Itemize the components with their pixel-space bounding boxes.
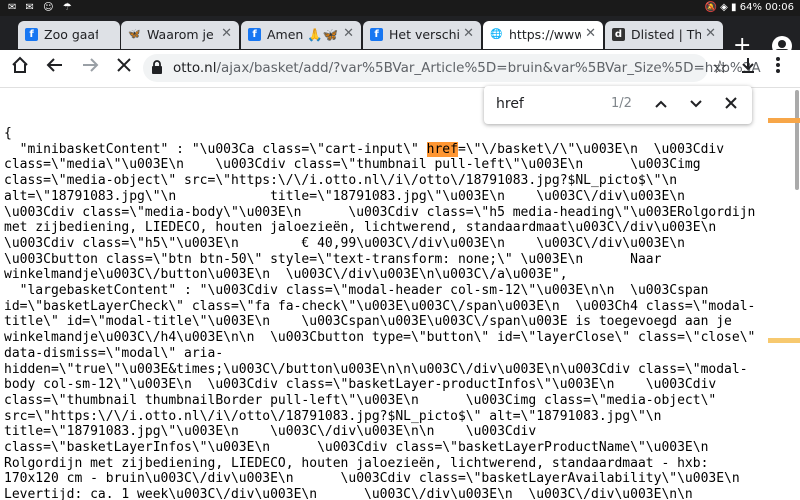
json-response-text: { "minibasketContent" : "\u003Ca class=\…	[4, 126, 755, 500]
facebook-icon: f	[248, 28, 261, 41]
download-button[interactable]	[736, 56, 760, 80]
code-line: winkelmandje\u003C\/h4\u003E\n\n \u003Cb…	[4, 330, 756, 346]
close-icon	[725, 97, 737, 109]
code-line: Levertijd: ca. 1 week\u003C\/div\u003E\n…	[4, 487, 693, 500]
globe-icon: 🌐	[490, 29, 503, 40]
more-vert-icon	[776, 57, 780, 73]
close-find-button[interactable]	[720, 94, 742, 116]
code-line: \u003Cdiv class=\"media-body\"\u003E\n \…	[4, 204, 756, 220]
dlisted-icon: d	[612, 28, 625, 41]
code-line: class=\"media-object\" src=\"https:\/\/i…	[4, 173, 678, 189]
tab-title: Zoo gaaf, mijn	[44, 27, 98, 42]
notification-icons: ✉ ✉ ☺ ☂	[8, 2, 75, 13]
system-status-bar: ✉ ✉ ☺ ☂ 🔕 ◈ ▮ 64% 00:06	[0, 0, 800, 16]
bookmark-button[interactable]: ☆	[708, 56, 732, 80]
close-tab-icon[interactable]: ✕	[343, 26, 354, 41]
find-match-highlight: href	[426, 141, 458, 157]
code-line: id=\"basketLayerCheck\" class=\"fa fa-ch…	[4, 298, 756, 314]
code-line: data-dismiss=\"modal\" aria-	[4, 345, 224, 361]
code-text: =\"\/basket\/\"\u003E\n \u003Cdiv	[457, 141, 725, 157]
code-line: 170x120 cm - bruin\u003C\/div\u003E\n \u…	[4, 471, 740, 487]
code-line: body col-sm-12\"\u003E\n \u003Cdiv class…	[4, 377, 717, 393]
code-line: title=\"18791083.jpg\"\u003E\n \u003C\/d…	[4, 424, 537, 440]
star-icon: ☆	[711, 57, 729, 78]
facebook-icon: f	[25, 28, 38, 41]
tab-2[interactable]: 🦋 Waarom je al ✕	[121, 21, 239, 49]
butterfly-icon: 🦋	[128, 29, 141, 40]
url-text: otto.nl/ajax/basket/add/?var%5BVar_Artic…	[173, 60, 761, 76]
battery-level: 64%	[739, 2, 762, 13]
url-host: otto.nl	[173, 60, 217, 76]
code-line: hidden=\"true\"\u003E&times;\u003C\/butt…	[4, 361, 748, 377]
find-match-count: 1/2	[611, 96, 632, 111]
code-line: "largebasketContent" : "\u003Cdiv class=…	[4, 283, 709, 299]
code-line: Rolgordijn met zijbediening, LIEDECO, ho…	[4, 455, 709, 471]
browser-toolbar: otto.nl/ajax/basket/add/?var%5BVar_Artic…	[0, 50, 800, 88]
tab-title: Dlisted | The C	[631, 27, 701, 42]
tab-1[interactable]: f Zoo gaaf, mijn	[18, 21, 120, 49]
code-line: \u003Cdiv class=\"h5\"\u003E\n € 40,99\u…	[4, 235, 685, 251]
tab-title: https://www.o	[509, 27, 581, 42]
code-line: class=\"media\"\u003E\n \u003Cdiv class=…	[4, 157, 701, 173]
scroll-thumb[interactable]	[795, 90, 799, 190]
code-line: src=\"https:\/\/i.otto.nl\/i\/otto\/1879…	[4, 408, 662, 424]
code-line: "minibasketContent" : "\u003Ca class=\"c…	[4, 141, 725, 157]
tab-3[interactable]: f Amen 🙏🦋 # ✕	[241, 21, 361, 49]
chevron-down-icon	[690, 100, 702, 108]
code-line: alt=\"18791083.jpg\"\n title=\"18791083.…	[4, 188, 685, 204]
reload-button[interactable]	[112, 56, 136, 80]
tab-5-active[interactable]: 🌐 https://www.o ✕	[483, 21, 603, 49]
code-line: met zijbediening, LIEDECO, houten jaloez…	[4, 220, 717, 236]
tab-6[interactable]: d Dlisted | The C ✕	[605, 21, 723, 49]
lock-icon	[151, 60, 163, 79]
arrow-left-icon	[46, 58, 62, 72]
menu-button[interactable]	[766, 56, 790, 80]
home-button[interactable]	[8, 56, 32, 80]
close-tab-icon[interactable]: ✕	[585, 26, 596, 41]
close-tab-icon[interactable]: ✕	[221, 26, 232, 41]
find-previous-button[interactable]	[650, 94, 672, 116]
scrollbar[interactable]	[766, 88, 800, 500]
tab-title: Waarom je al	[147, 27, 217, 42]
mute-icon: 🔕	[704, 2, 717, 13]
back-button[interactable]	[43, 56, 67, 80]
facebook-icon: f	[370, 28, 383, 41]
code-line: {	[4, 126, 12, 141]
status-right: 🔕 ◈ ▮ 64% 00:06	[705, 2, 794, 13]
forward-button[interactable]	[78, 56, 102, 80]
code-line: class=\"basketLayerInfos\"\u003E\n \u003…	[4, 440, 709, 456]
find-in-page-bar: href 1/2	[484, 86, 752, 124]
code-text: "minibasketContent" : "\u003Ca class=\"c…	[4, 141, 427, 157]
tab-strip: f Zoo gaaf, mijn 🦋 Waarom je al ✕ f Amen…	[0, 16, 800, 57]
page-content: { "minibasketContent" : "\u003Ca class=\…	[0, 88, 766, 500]
home-icon	[12, 56, 28, 73]
wifi-icon: ◈	[720, 2, 728, 13]
close-icon	[117, 58, 131, 72]
tab-title: Amen 🙏🦋 #	[267, 27, 339, 42]
find-match-marker[interactable]	[768, 118, 800, 123]
code-line: title\" id=\"modal-title\"\u003E\n \u003…	[4, 314, 732, 330]
close-tab-icon[interactable]: ✕	[705, 26, 716, 41]
tab-title: Het verschil tu	[389, 27, 459, 42]
close-tab-icon[interactable]: ✕	[463, 26, 474, 41]
tab-4[interactable]: f Het verschil tu ✕	[363, 21, 481, 49]
code-line: \u003Cbutton class=\"btn btn-50\" style=…	[4, 251, 662, 267]
url-path: /ajax/basket/add/?var%5BVar_Article%5D=b…	[216, 60, 761, 76]
code-line: class=\"thumbnail thumbnailBorder pull-l…	[4, 392, 717, 408]
download-icon	[742, 58, 754, 73]
address-bar[interactable]: otto.nl/ajax/basket/add/?var%5BVar_Artic…	[143, 54, 761, 82]
find-input[interactable]: href	[496, 96, 524, 112]
chevron-up-icon	[655, 100, 667, 108]
battery-icon: ▮	[731, 2, 737, 13]
code-line: winkelmandje\u003C\/button\u003E\n \u003…	[4, 267, 568, 283]
find-next-button[interactable]	[685, 94, 707, 116]
find-match-marker[interactable]	[768, 338, 800, 343]
arrow-right-icon	[83, 58, 99, 72]
clock: 00:06	[765, 2, 794, 13]
